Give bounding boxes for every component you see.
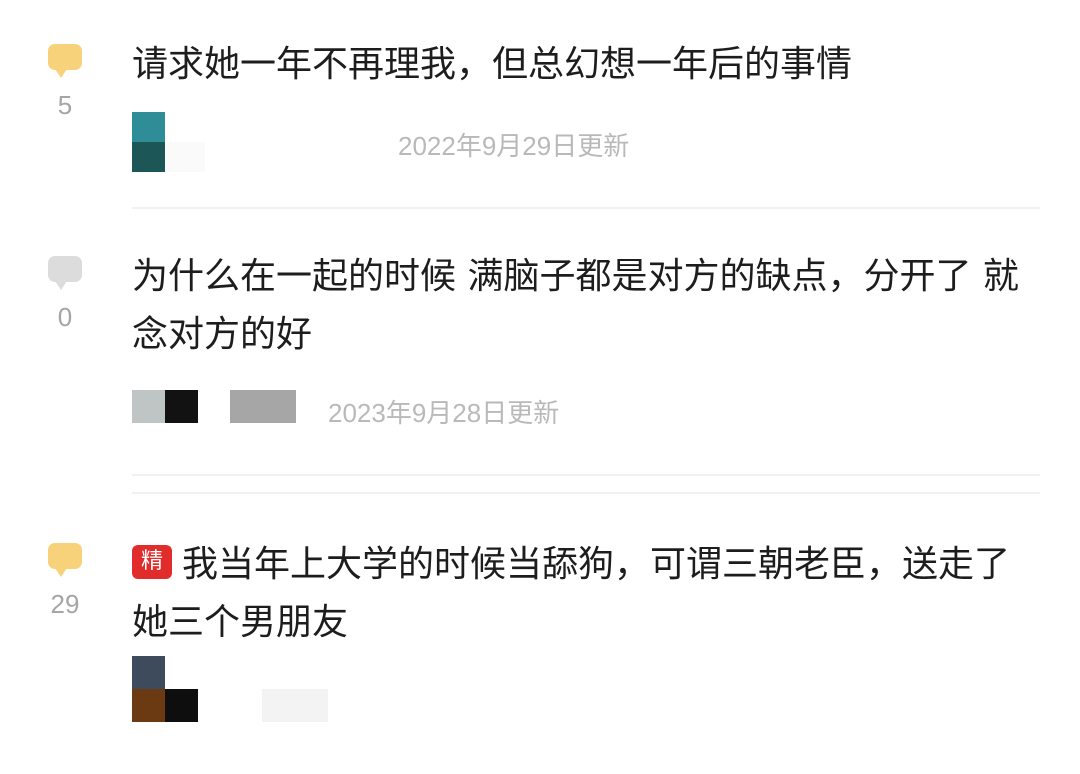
post-title[interactable]: 精我当年上大学的时候当舔狗，可谓三朝老臣，送走了她三个男朋友 (132, 536, 1032, 652)
divider (132, 492, 1040, 494)
post-title[interactable]: 请求她一年不再理我，但总幻想一年后的事情 (132, 36, 1032, 94)
avatar-dark (165, 689, 198, 722)
comment-count-block: 0 (40, 256, 90, 333)
comment-bubble-icon (48, 44, 82, 78)
avatar (132, 390, 165, 423)
post-title-text: 我当年上大学的时候当舔狗，可谓三朝老臣，送走了她三个男朋友 (132, 544, 1011, 643)
comment-count: 5 (57, 90, 73, 120)
divider (132, 474, 1040, 476)
redacted-author (230, 390, 296, 423)
avatar-lower (132, 689, 165, 722)
avatar-dark (165, 390, 198, 423)
avatar-lower (132, 142, 165, 172)
divider (132, 207, 1040, 209)
comment-count-block: 29 (40, 543, 90, 620)
redacted-author (262, 689, 328, 722)
update-date: 2023年9月28日更新 (328, 398, 560, 428)
comment-bubble-icon (48, 543, 82, 577)
redacted-author (165, 142, 205, 172)
comment-count: 0 (57, 302, 73, 332)
post-title[interactable]: 为什么在一起的时候 满脑子都是对方的缺点，分开了 就念对方的好 (132, 248, 1032, 364)
comment-count: 29 (50, 589, 80, 619)
comment-count-block: 5 (40, 44, 90, 121)
avatar (132, 112, 165, 142)
comment-bubble-icon (48, 256, 82, 290)
featured-badge: 精 (132, 545, 172, 579)
update-date: 2022年9月29日更新 (398, 131, 630, 161)
avatar (132, 656, 165, 689)
